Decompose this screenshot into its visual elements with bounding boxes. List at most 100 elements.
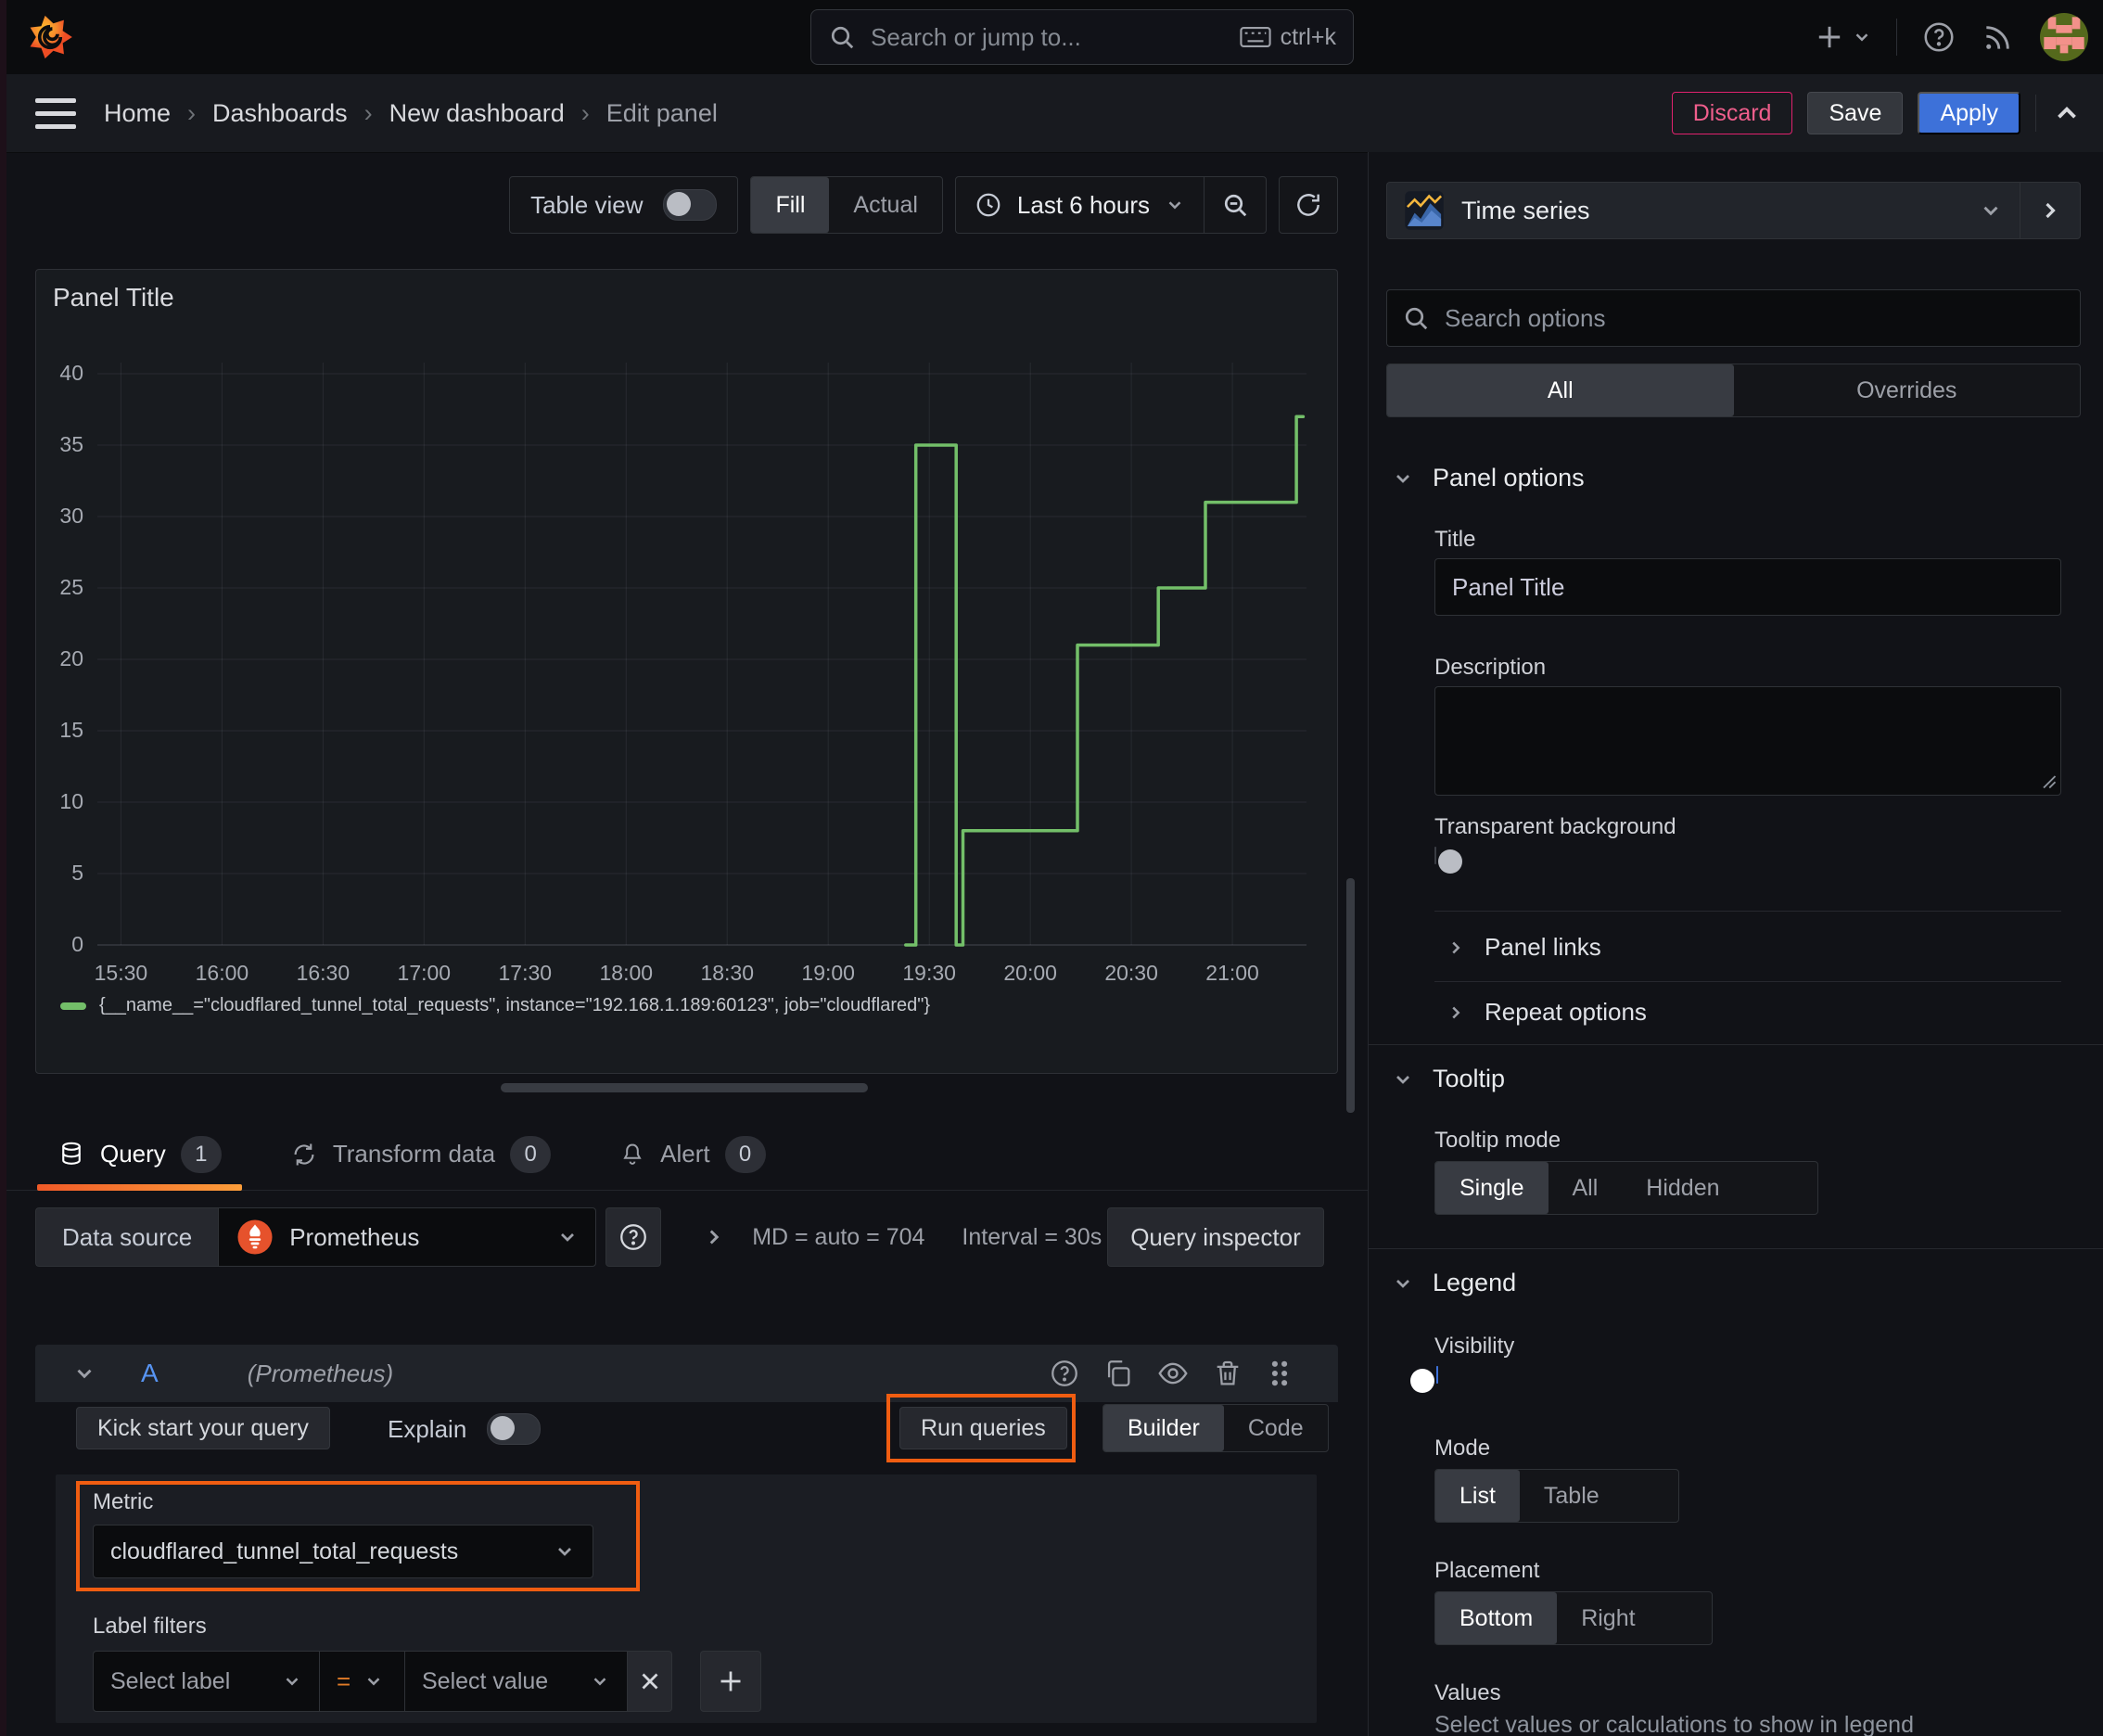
datasource-help-button[interactable] bbox=[605, 1207, 662, 1267]
help-icon[interactable] bbox=[1921, 19, 1956, 55]
table-view-toggle[interactable] bbox=[663, 189, 718, 221]
avatar[interactable] bbox=[2040, 13, 2088, 61]
builder-option[interactable]: Builder bbox=[1103, 1405, 1224, 1451]
panel-title[interactable]: Panel Title bbox=[53, 283, 174, 313]
drag-handle-icon[interactable] bbox=[1266, 1358, 1294, 1389]
collapse-sidebar-button[interactable] bbox=[2020, 182, 2081, 239]
legend-section-header[interactable]: Legend bbox=[1392, 1269, 1516, 1297]
code-option[interactable]: Code bbox=[1224, 1405, 1328, 1451]
breadcrumb-new-dashboard[interactable]: New dashboard bbox=[389, 99, 565, 128]
transparent-background-toggle[interactable] bbox=[1434, 847, 1462, 874]
add-filter-button[interactable] bbox=[700, 1651, 761, 1712]
datasource-name: Prometheus bbox=[289, 1222, 420, 1251]
chevron-down-icon bbox=[1392, 1068, 1414, 1091]
news-rss-icon[interactable] bbox=[1981, 19, 2016, 55]
legend-placement-bottom[interactable]: Bottom bbox=[1435, 1592, 1558, 1644]
repeat-options-section-header[interactable]: Repeat options bbox=[1446, 998, 1647, 1027]
table-view-label: Table view bbox=[530, 190, 644, 219]
tooltip-mode-hidden[interactable]: Hidden bbox=[1622, 1162, 1743, 1214]
options-search[interactable] bbox=[1386, 289, 2081, 347]
fill-option[interactable]: Fill bbox=[751, 177, 830, 233]
refresh-button[interactable] bbox=[1279, 176, 1338, 234]
legend-mode-label: Mode bbox=[1434, 1436, 1491, 1461]
query-header-row[interactable]: A (Prometheus) bbox=[35, 1345, 1338, 1402]
breadcrumb-home[interactable]: Home bbox=[104, 99, 171, 128]
query-help-icon[interactable] bbox=[1049, 1358, 1080, 1389]
select-value-dropdown[interactable]: Select value bbox=[405, 1651, 628, 1712]
legend-visibility-toggle[interactable] bbox=[1410, 1366, 1438, 1393]
visualization-picker[interactable]: Time series bbox=[1386, 182, 2020, 239]
grafana-edit-panel: ctrl+k bbox=[0, 0, 2103, 1736]
chevron-down-icon bbox=[1979, 198, 2003, 223]
tab-transform-data[interactable]: Transform data 0 bbox=[270, 1118, 571, 1191]
y-tick-label: 15 bbox=[59, 718, 83, 742]
remove-filter-button[interactable] bbox=[628, 1651, 672, 1712]
tab-all[interactable]: All bbox=[1387, 364, 1734, 416]
collapse-options-chevron-up-icon[interactable] bbox=[2051, 97, 2083, 129]
tooltip-mode-all[interactable]: All bbox=[1549, 1162, 1623, 1214]
time-series-viz-icon bbox=[1404, 190, 1445, 231]
hide-query-eye-icon[interactable] bbox=[1156, 1357, 1190, 1390]
options-search-input[interactable] bbox=[1443, 302, 2065, 334]
tooltip-mode-single[interactable]: Single bbox=[1435, 1162, 1549, 1214]
chevron-right-icon bbox=[2037, 198, 2063, 223]
vertical-scrollbar[interactable] bbox=[1346, 878, 1355, 1113]
tab-alert-label: Alert bbox=[660, 1140, 710, 1168]
y-tick-label: 25 bbox=[59, 575, 83, 599]
y-tick-label: 10 bbox=[59, 789, 83, 813]
explain-toggle[interactable] bbox=[487, 1413, 542, 1445]
query-editor-card: A (Prometheus) Kick start your query Exp… bbox=[35, 1345, 1338, 1736]
expand-stats-chevron-right-icon[interactable] bbox=[702, 1225, 726, 1249]
global-search-input[interactable] bbox=[869, 21, 1227, 53]
panel-links-title: Panel links bbox=[1485, 933, 1601, 961]
collapse-query-chevron-down-icon[interactable] bbox=[72, 1361, 96, 1385]
x-tick-label: 21:00 bbox=[1205, 961, 1259, 985]
duplicate-query-icon[interactable] bbox=[1102, 1358, 1134, 1389]
table-view-control: Table view bbox=[509, 176, 739, 234]
save-button[interactable]: Save bbox=[1807, 92, 1904, 134]
query-count-badge: 1 bbox=[180, 1135, 222, 1173]
grafana-logo-icon[interactable] bbox=[26, 13, 74, 61]
legend-values-hint: Select values or calculations to show in… bbox=[1434, 1712, 1914, 1736]
add-menu-button[interactable] bbox=[1815, 22, 1872, 52]
query-inspector-button[interactable]: Query inspector bbox=[1107, 1207, 1324, 1267]
time-range-picker[interactable]: Last 6 hours bbox=[956, 177, 1204, 233]
zoom-out-button[interactable] bbox=[1204, 177, 1266, 233]
tab-query[interactable]: Query 1 bbox=[37, 1118, 242, 1191]
chart-legend[interactable]: {__name__="cloudflared_tunnel_total_requ… bbox=[60, 995, 930, 1016]
panel-title-input[interactable] bbox=[1434, 558, 2061, 616]
select-label-dropdown[interactable]: Select label bbox=[93, 1651, 320, 1712]
legend-placement-right[interactable]: Right bbox=[1557, 1592, 1659, 1644]
menu-toggle-icon[interactable] bbox=[35, 97, 76, 129]
transparent-background-label: Transparent background bbox=[1434, 814, 1676, 839]
operator-dropdown[interactable]: = bbox=[320, 1651, 405, 1712]
search-icon bbox=[828, 23, 856, 51]
datasource-label: Data source bbox=[35, 1207, 219, 1267]
legend-mode-table[interactable]: Table bbox=[1520, 1470, 1624, 1522]
actual-option[interactable]: Actual bbox=[829, 177, 941, 233]
metric-select[interactable]: cloudflared_tunnel_total_requests bbox=[93, 1525, 593, 1578]
kick-start-query-button[interactable]: Kick start your query bbox=[76, 1407, 330, 1449]
panel-links-section-header[interactable]: Panel links bbox=[1446, 933, 1601, 962]
tab-overrides[interactable]: Overrides bbox=[1734, 364, 2081, 416]
tab-alert[interactable]: Alert 0 bbox=[599, 1118, 785, 1191]
horizontal-scrollbar[interactable] bbox=[501, 1083, 868, 1092]
divider bbox=[1434, 911, 2061, 912]
x-tick-label: 18:00 bbox=[599, 961, 654, 985]
apply-button[interactable]: Apply bbox=[1918, 92, 2020, 134]
transform-icon bbox=[290, 1141, 318, 1168]
delete-query-trash-icon[interactable] bbox=[1212, 1358, 1243, 1389]
datasource-picker[interactable]: Prometheus bbox=[218, 1207, 597, 1267]
global-search[interactable]: ctrl+k bbox=[810, 9, 1354, 65]
description-textarea[interactable] bbox=[1434, 686, 2061, 796]
run-queries-button[interactable]: Run queries bbox=[899, 1407, 1067, 1449]
time-series-chart[interactable] bbox=[97, 363, 1306, 947]
breadcrumb-dashboards[interactable]: Dashboards bbox=[212, 99, 348, 128]
tooltip-title: Tooltip bbox=[1433, 1065, 1506, 1092]
discard-button[interactable]: Discard bbox=[1671, 92, 1793, 134]
tooltip-section-header[interactable]: Tooltip bbox=[1392, 1065, 1505, 1093]
legend-mode-list[interactable]: List bbox=[1435, 1470, 1520, 1522]
panel-options-section-header[interactable]: Panel options bbox=[1392, 464, 1585, 492]
zoom-out-icon bbox=[1221, 191, 1249, 219]
chevron-down-icon bbox=[590, 1671, 610, 1691]
